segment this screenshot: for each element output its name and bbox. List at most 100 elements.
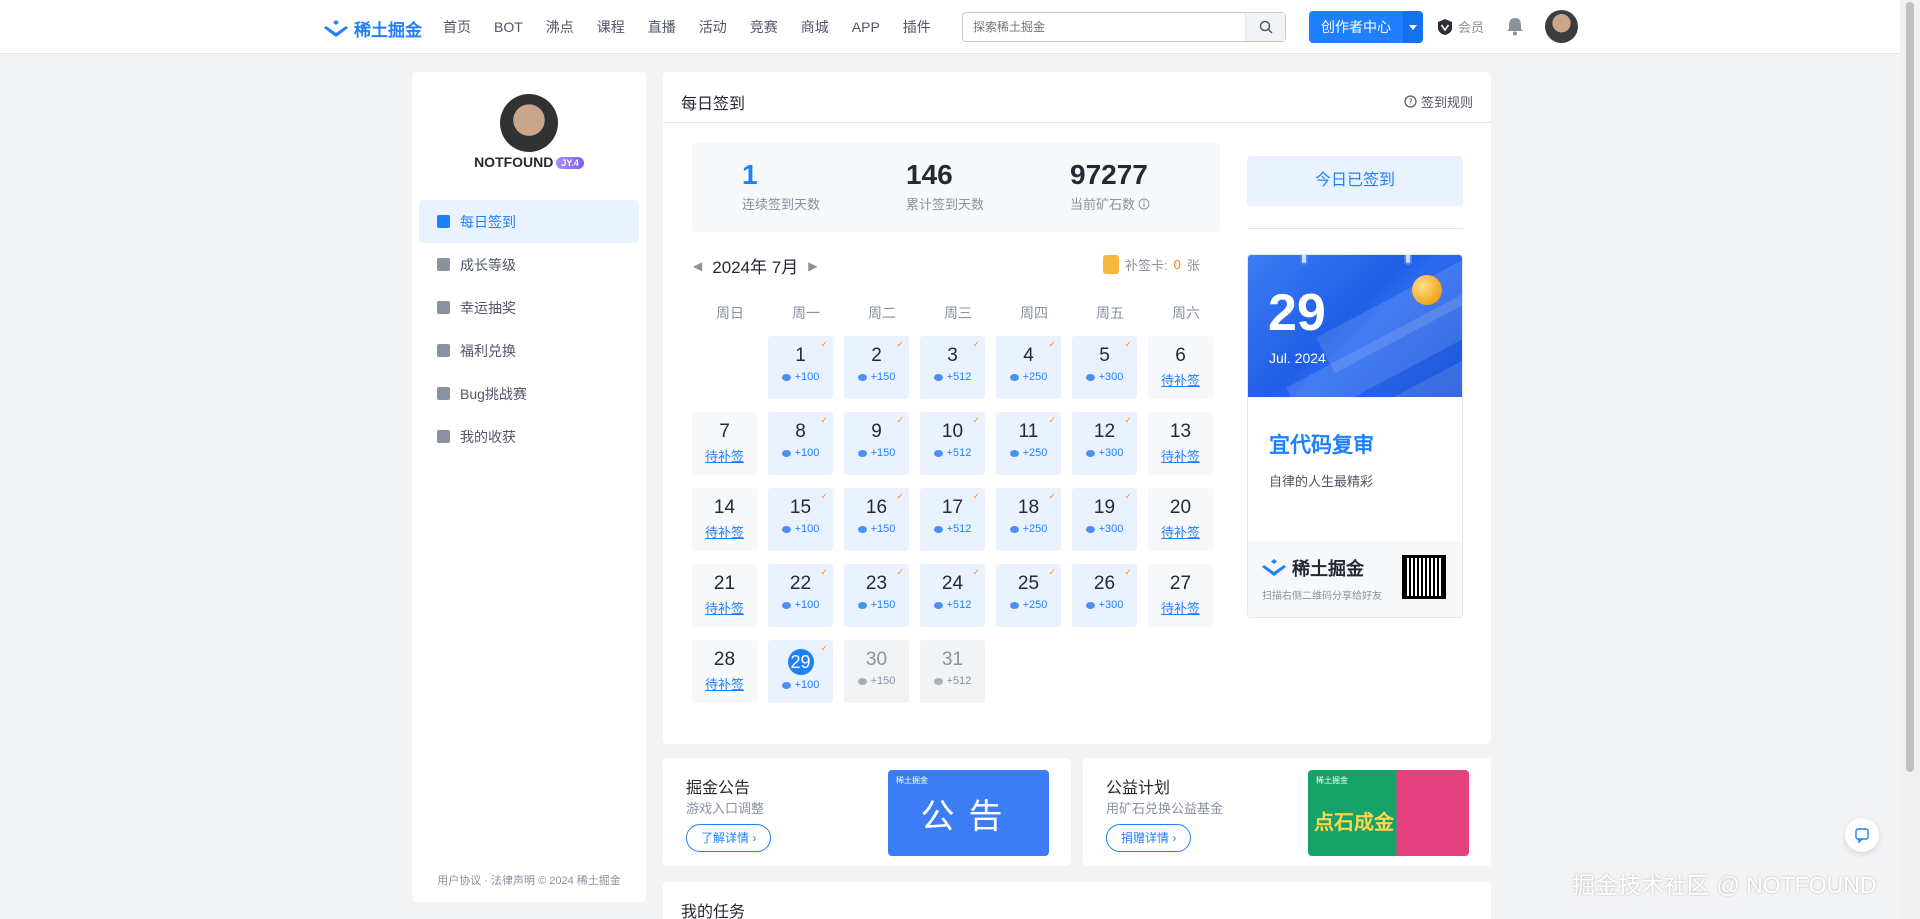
nav-home[interactable]: 首页 [443, 17, 471, 37]
signed-check-icon: ✓ [972, 339, 980, 349]
nav-bot[interactable]: BOT [494, 19, 523, 35]
month-switcher: ◀ 2024年 7月 ▶ [693, 253, 817, 278]
reward-amount: +300 [1098, 447, 1124, 459]
ore-icon [1085, 449, 1095, 457]
image-tag: 稀土掘金 [1316, 776, 1348, 785]
calendar-day-cell[interactable]: 27 待补签 [1148, 564, 1213, 627]
signin-panel: 每日签到 ? 签到规则 1 连续签到天数 146 累计签到天数 97277 当前… [663, 72, 1491, 744]
ore-icon [857, 525, 867, 533]
scrollbar-thumb[interactable] [1906, 2, 1914, 772]
stat-value: 146 [906, 159, 953, 190]
weekday-label: 周二 [868, 305, 896, 321]
ore-icon [857, 373, 867, 381]
makeup-signin-link[interactable]: 待补签 [692, 522, 757, 541]
sidebar-item-label: 每日签到 [460, 213, 516, 230]
ore-reward: +300 [1072, 523, 1137, 535]
reward-amount: +512 [946, 371, 972, 383]
calendar-day-cell: 3 +512 ✓ [920, 336, 985, 399]
donate-details-button[interactable]: 捐赠详情 › [1106, 824, 1192, 852]
search-button[interactable] [1245, 13, 1285, 41]
ore-reward: +250 [996, 523, 1061, 535]
sidebar-item-my-rewards[interactable]: 我的收获 [419, 415, 639, 458]
page-scrollbar[interactable] [1900, 0, 1920, 919]
creator-center-button[interactable]: 创作者中心 [1309, 11, 1403, 43]
weekday-label: 周三 [944, 305, 972, 321]
sidebar-item-label: 成长等级 [460, 256, 516, 273]
calendar-day-cell: 18 +250 ✓ [996, 488, 1061, 551]
nav-app[interactable]: APP [852, 19, 880, 35]
makeup-signin-link[interactable]: 待补签 [1148, 522, 1213, 541]
reward-amount: +100 [794, 523, 820, 535]
makeup-signin-link[interactable]: 待补签 [1148, 370, 1213, 389]
calendar-day-cell[interactable]: 28 待补签 [692, 640, 757, 703]
learn-more-button[interactable]: 了解详情 › [686, 824, 772, 852]
makeup-signin-link[interactable]: 待补签 [1148, 446, 1213, 465]
makeup-signin-link[interactable]: 待补签 [692, 598, 757, 617]
calendar-day-cell: 11 +250 ✓ [996, 412, 1061, 475]
username[interactable]: NOTFOUND [474, 154, 553, 170]
stat-value: 97277 [1070, 159, 1148, 190]
calendar-day-cell[interactable]: 14 待补签 [692, 488, 757, 551]
ore-icon [857, 677, 867, 685]
nav-live[interactable]: 直播 [648, 17, 676, 37]
calendar-day-cell: 26 +300 ✓ [1072, 564, 1137, 627]
calendar-day-cell[interactable]: 13 待补签 [1148, 412, 1213, 475]
sidebar-item-bug-challenge[interactable]: Bug挑战赛 [419, 372, 639, 415]
signed-today-button[interactable]: 今日已签到 [1247, 156, 1463, 206]
reward-amount: +250 [1022, 523, 1048, 535]
logo-text: 稀土掘金 [354, 21, 422, 40]
user-avatar[interactable] [1545, 10, 1578, 43]
calendar-day-cell[interactable]: 20 待补签 [1148, 488, 1213, 551]
day-number: 14 [713, 497, 736, 518]
prev-month-button[interactable]: ◀ [693, 259, 702, 273]
calendar-day-cell[interactable]: 7 待补签 [692, 412, 757, 475]
next-month-button[interactable]: ▶ [808, 259, 817, 273]
calendar-card-footer: 稀土掘金 扫描右侧二维码分享给好友 [1248, 541, 1462, 617]
ore-icon [933, 449, 943, 457]
calendar-day-cell: 15 +100 ✓ [768, 488, 833, 551]
reward-amount: +100 [794, 371, 820, 383]
notice-banner-image[interactable]: 稀土掘金 公告 [888, 770, 1049, 856]
sidebar-item-daily-signin[interactable]: 每日签到 [419, 200, 639, 243]
signed-check-icon: ✓ [820, 643, 828, 653]
charity-banner-image[interactable]: 稀土掘金 点石成金 [1308, 770, 1469, 856]
day-number: 21 [713, 573, 736, 594]
juejin-logo-icon [1262, 559, 1286, 576]
ore-reward: +100 [768, 599, 833, 611]
binder-pin [1300, 255, 1308, 265]
ore-icon [781, 373, 791, 381]
nav-shop[interactable]: 商城 [801, 17, 829, 37]
nav-pins[interactable]: 沸点 [546, 17, 574, 37]
nav-contests[interactable]: 竞赛 [750, 17, 778, 37]
ore-icon [781, 449, 791, 457]
calendar-day-cell[interactable]: 6 待补签 [1148, 336, 1213, 399]
signed-check-icon: ✓ [972, 415, 980, 425]
makeup-signin-link[interactable]: 待补签 [1148, 598, 1213, 617]
calendar-card-banner: 29 Jul. 2024 [1248, 255, 1462, 397]
watermark: 掘金技术社区 @ NOTFOUND [1572, 872, 1877, 898]
calendar-day-cell[interactable]: 21 待补签 [692, 564, 757, 627]
nav-courses[interactable]: 课程 [597, 17, 625, 37]
reward-amount: +300 [1098, 371, 1124, 383]
creator-dropdown-button[interactable] [1403, 11, 1423, 43]
makeup-signin-link[interactable]: 待补签 [692, 674, 757, 693]
calendar-card-subtitle: 自律的人生最精彩 [1269, 474, 1374, 489]
signin-rules-link[interactable]: ? 签到规则 [1404, 92, 1473, 111]
info-icon[interactable] [1138, 198, 1150, 210]
profile-avatar[interactable] [500, 94, 558, 152]
feedback-button[interactable] [1845, 818, 1879, 852]
juejin-logo[interactable]: 稀土掘金 [324, 16, 422, 41]
sidebar-item-growth-level[interactable]: 成长等级 [419, 243, 639, 286]
sidebar-item-lucky-draw[interactable]: 幸运抽奖 [419, 286, 639, 329]
notification-button[interactable] [1506, 16, 1524, 41]
signed-check-icon: ✓ [1048, 339, 1056, 349]
copyright-footer[interactable]: 用户协议 · 法律声明 © 2024 稀土掘金 [412, 872, 646, 888]
reward-amount: +100 [794, 447, 820, 459]
nav-events[interactable]: 活动 [699, 17, 727, 37]
search-input[interactable] [973, 13, 1243, 41]
sidebar-item-redeem[interactable]: 福利兑换 [419, 329, 639, 372]
calendar-day-cell: 10 +512 ✓ [920, 412, 985, 475]
makeup-signin-link[interactable]: 待补签 [692, 446, 757, 465]
member-link[interactable]: 会员 [1436, 17, 1484, 36]
nav-plugins[interactable]: 插件 [903, 17, 931, 37]
